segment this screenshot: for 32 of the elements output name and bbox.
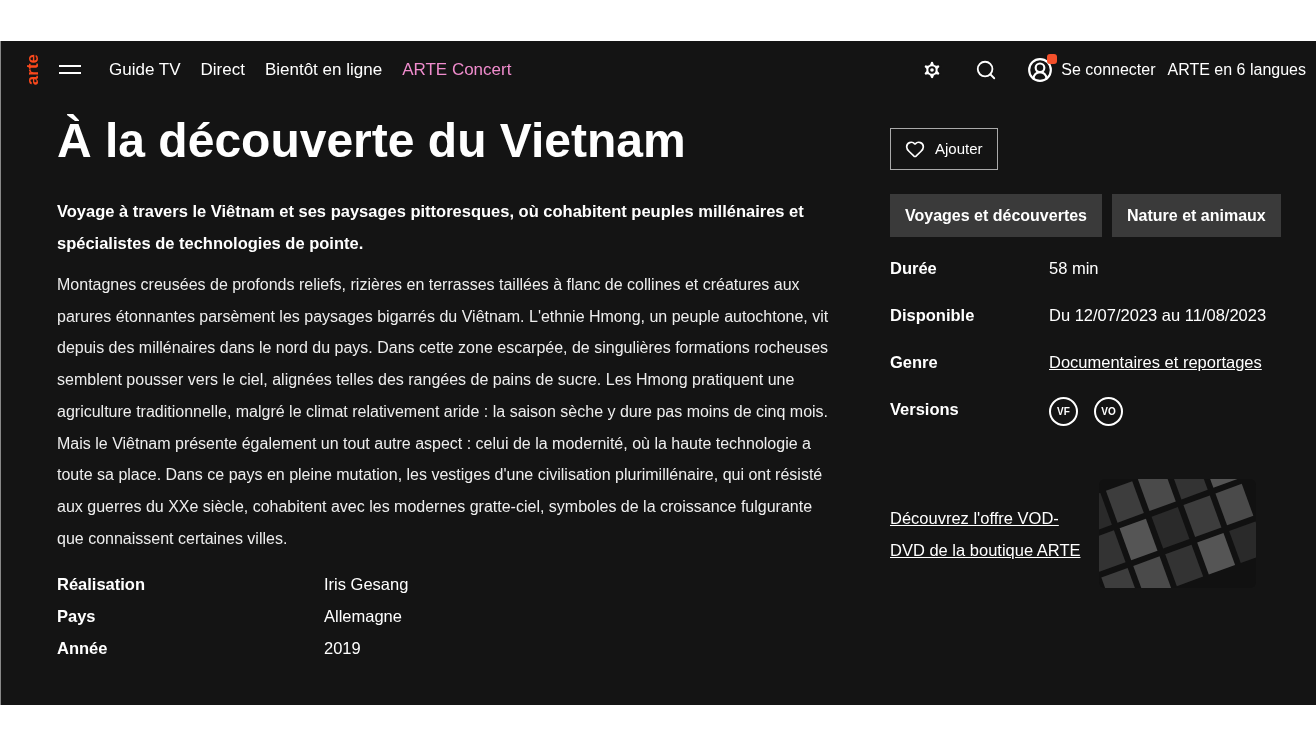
vod-link[interactable]: Découvrez l'offre VOD-DVD de la boutique ARTE [890, 501, 1090, 566]
logo[interactable]: arte [23, 54, 43, 86]
info-value: 58 min [1049, 258, 1099, 280]
nav-link[interactable]: Bientôt en ligne [264, 57, 383, 83]
info-label: Durée [890, 258, 938, 280]
genre-link[interactable]: Documentaires et reportages [1049, 350, 1262, 375]
add-button[interactable]: Ajouter [890, 128, 998, 170]
info-label: Disponible [890, 305, 976, 327]
description: Montagnes creusées de profonds reliefs, rizières en terrasses taillées à flanc de collines et créatures aux parures étonnantes parsèment les paysages bigarrés du Viêtnam. L'ethnie Hmong, un peuple autochtone, vit depuis des millénaires dans le nord du pays. Dans cette zone escarpée, de singulières formations rocheuses semblent pousser vers le ciel, alignées telles des rangées de pains de sucre. Les Hmong pratiquent une agriculture traditionnelle, malgré le climat relativement aride : la saison sèche y dure pas moins de cinq mois. Mais le Viêtnam présente également un tout autre aspect : celui de la modernité, où la haute technologie a toute sa place. Dans ce pays en pleine mutation, les vestiges d'une civilisation plurimillénaire, qui ont résisté aux guerres du XXe siècle, cohabitent avec les modernes gratte-ciel, symboles de la croissance fulgurante que connaissent certaines villes. [57, 275, 830, 549]
credit-value: Iris Gesang [324, 573, 409, 595]
info-label: Versions [890, 399, 960, 421]
language-link[interactable]: ARTE en 6 langues [1167, 58, 1306, 82]
credit-label: Réalisation [57, 573, 147, 595]
nav-link[interactable]: Guide TV [109, 57, 181, 83]
category-tag[interactable]: Nature et animaux [1112, 194, 1281, 237]
nav-link[interactable]: ARTE Concert [402, 57, 512, 83]
login-link[interactable]: Se connecter [1061, 58, 1156, 82]
category-tag[interactable]: Voyages et découvertes [890, 194, 1102, 237]
menu-icon[interactable] [59, 65, 81, 75]
info-label: Genre [890, 352, 939, 374]
credit-label: Pays [57, 605, 97, 627]
credit-value: Allemagne [324, 605, 402, 627]
version-badge: VF [1049, 397, 1078, 426]
account-icon[interactable] [1027, 57, 1054, 83]
version-badge: VO [1094, 397, 1123, 426]
credit-value: 2019 [324, 637, 361, 659]
credit-label: Année [57, 637, 109, 659]
heart-icon [905, 139, 925, 159]
nav-link[interactable]: Direct [200, 57, 245, 83]
lede: Voyage à travers le Viêtnam et ses paysages pittoresques, où cohabitent peuples millénaires et spécialistes de technologies de pointe. [57, 201, 805, 254]
info-value: Du 12/07/2023 au 11/08/2023 [1049, 305, 1267, 327]
search-icon[interactable] [975, 59, 998, 81]
